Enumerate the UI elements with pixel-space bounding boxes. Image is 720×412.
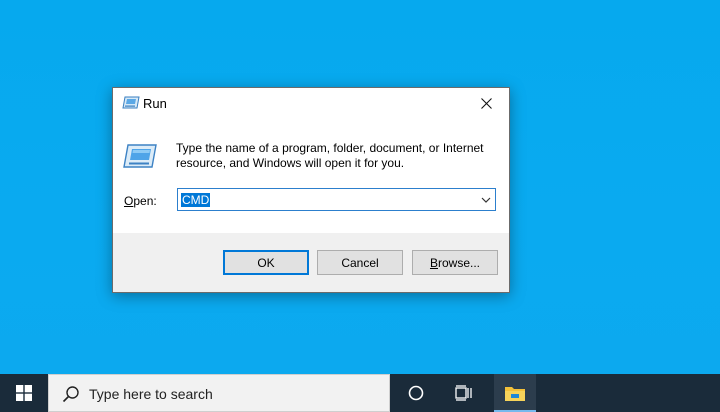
chevron-down-icon[interactable] — [480, 194, 492, 206]
open-label-access-key: O — [124, 194, 134, 208]
search-icon — [62, 386, 79, 403]
search-placeholder[interactable]: Type here to search — [89, 386, 213, 402]
dialog-description: Type the name of a program, folder, docu… — [176, 141, 484, 170]
open-label-text: pen: — [133, 194, 157, 208]
file-explorer-icon — [505, 387, 525, 401]
cortana-button[interactable] — [396, 374, 436, 412]
dialog-content: Type the name of a program, folder, docu… — [113, 119, 509, 233]
run-dialog: Run Type the name of a program, folder, … — [112, 87, 510, 293]
file-explorer-button[interactable] — [494, 374, 536, 412]
taskbar-search-box[interactable]: Type here to search — [48, 374, 390, 412]
browse-button[interactable]: Browse... — [412, 250, 498, 275]
cortana-icon — [408, 385, 424, 401]
title-bar[interactable]: Run — [113, 88, 509, 119]
cancel-button-label: Cancel — [341, 255, 379, 270]
ok-button-label: OK — [257, 255, 275, 270]
task-view-icon — [455, 385, 472, 401]
start-button[interactable] — [0, 374, 48, 412]
taskbar: Type here to search — [0, 374, 720, 412]
run-app-icon — [122, 96, 140, 109]
cancel-button[interactable]: Cancel — [317, 250, 403, 275]
open-combobox[interactable]: CMD — [177, 188, 496, 211]
open-label: Open: — [124, 194, 157, 208]
open-input-value[interactable]: CMD — [181, 193, 211, 207]
ok-button[interactable]: OK — [223, 250, 309, 275]
close-icon — [480, 98, 492, 109]
windows-start-icon — [16, 385, 32, 401]
browse-access-key: B — [429, 255, 438, 270]
window-title: Run — [143, 96, 167, 111]
task-view-button[interactable] — [444, 374, 484, 412]
browse-label-text: rowse... — [438, 255, 481, 270]
browse-button-label: Browse... — [430, 256, 480, 270]
close-button[interactable] — [463, 88, 509, 119]
run-program-icon — [123, 144, 157, 168]
